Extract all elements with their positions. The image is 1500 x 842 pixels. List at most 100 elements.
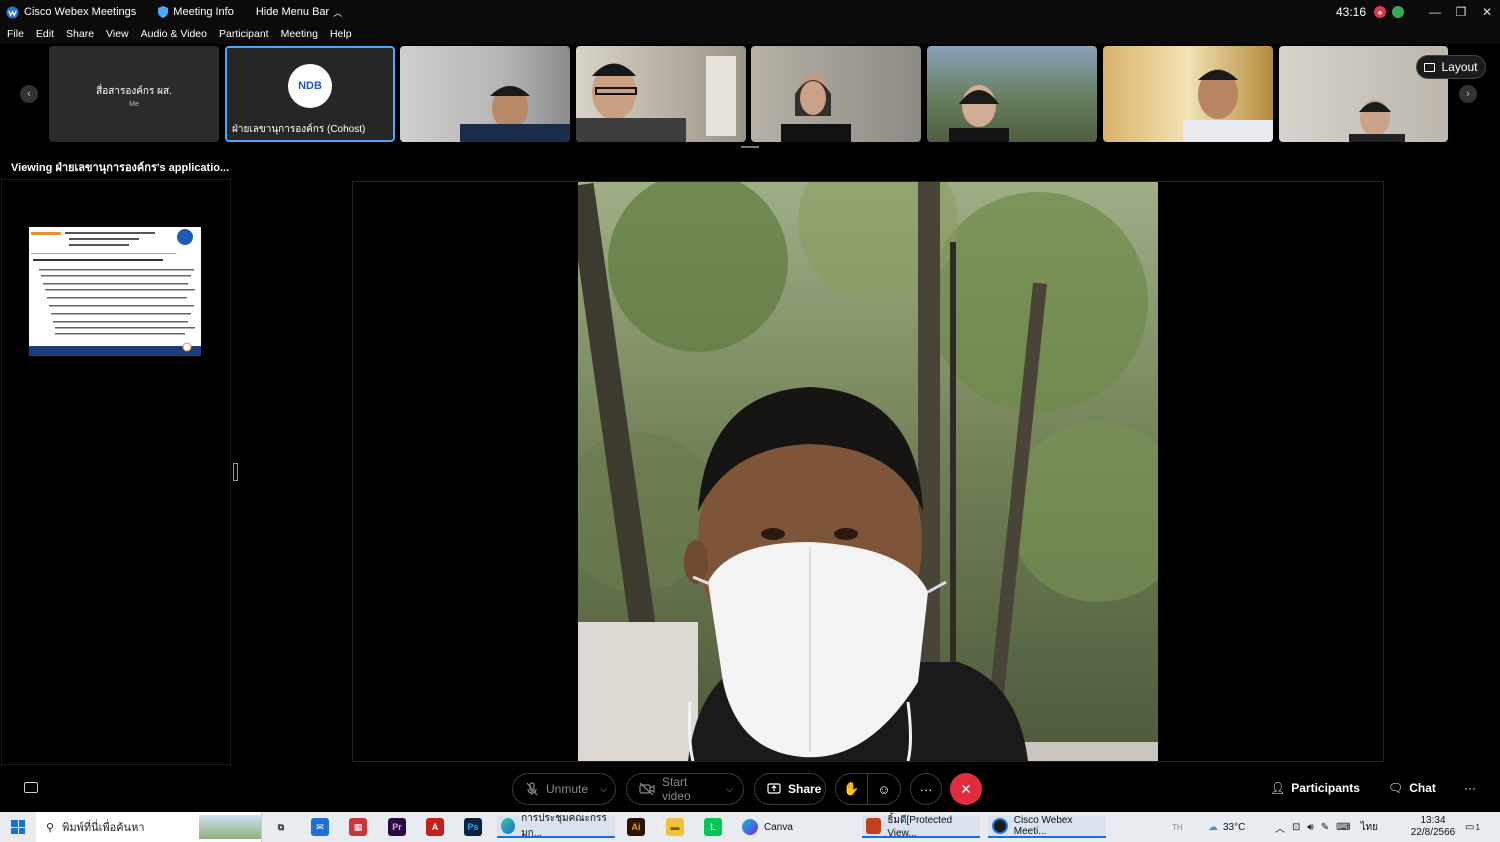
participant-video-tile[interactable] [751,46,921,142]
menu-share[interactable]: Share [66,28,94,40]
participants-button[interactable]: 👤︎ Participants [1270,781,1360,795]
photoshop-icon[interactable]: Ps [464,818,482,836]
unmute-button[interactable]: Unmute ⌵ [512,773,616,805]
participant-video-tile[interactable] [927,46,1097,142]
panel-resize-handle[interactable] [233,463,238,481]
participant-video [460,86,570,142]
reactions-icon[interactable]: ☺ [868,773,901,805]
menu-view[interactable]: View [106,28,129,40]
close-icon: ✕ [960,780,972,797]
store-app-icon[interactable]: ▦ [349,818,367,836]
meeting-info-button[interactable]: Meeting Info [158,6,234,18]
clock[interactable]: 13:34 22/8/2566 [1410,812,1456,842]
menu-audio-video[interactable]: Audio & Video [141,28,207,40]
shared-slide-thumbnail[interactable] [29,227,201,356]
leave-meeting-button[interactable]: ✕ [950,773,982,805]
acrobat-icon[interactable]: A [426,818,444,836]
taskbar-app-webex[interactable]: Cisco Webex Meeti... [988,815,1106,838]
restore-icon[interactable]: ❐ [1448,0,1474,24]
taskbar-search[interactable]: ⚲ พิมพ์ที่นี่เพื่อค้นหา [36,812,262,842]
network-icon[interactable]: ⊡ [1292,822,1300,833]
notification-center[interactable]: ▭ 1 [1465,812,1480,842]
search-highlight-image [199,815,261,839]
windows-start-icon[interactable] [11,820,25,834]
strip-next-icon[interactable]: › [1459,85,1477,103]
windows-taskbar: ⚲ พิมพ์ที่นี่เพื่อค้นหา ⧉ ✉ ▦ Pr A Ps กา… [0,812,1500,842]
volume-icon[interactable]: 🔊︎ [1307,822,1313,833]
participant-video [949,85,1009,142]
participant-video-tile[interactable] [400,46,570,142]
chevron-down-icon[interactable]: ⌵ [726,784,733,795]
chevron-up-icon: ︿ [333,7,343,18]
taskbar-app-canva[interactable]: Canva [738,816,848,838]
participant-video [781,75,851,142]
illustrator-icon[interactable]: Ai [627,818,645,836]
panel-options-button[interactable]: ··· [1464,781,1476,795]
clock-time: 13:34 [1420,815,1446,826]
weather-widget[interactable]: ☁ 33°C [1208,812,1245,842]
menu-participant[interactable]: Participant [219,28,269,40]
language-indicator[interactable]: TH [1172,812,1183,842]
raise-hand-icon[interactable]: ✋ [835,773,868,805]
microphone-muted-icon [525,782,539,796]
powerpoint-icon [866,818,882,834]
viewing-label: Viewing ฝ่ายเลขานุการองค์กร's applicatio… [11,162,230,174]
shield-icon [158,6,169,18]
menu-edit[interactable]: Edit [36,28,54,40]
menu-help[interactable]: Help [330,28,352,40]
search-placeholder: พิมพ์ที่นี่เพื่อค้นหา [62,822,145,834]
task-view-icon[interactable]: ⧉ [272,818,290,836]
ime-indicator[interactable]: ไทย [1361,820,1378,835]
participant-name: สื่อสารองค์กร ผส. [96,86,172,97]
share-label: Share [788,782,822,796]
keyboard-icon[interactable]: ⌨ [1336,822,1350,833]
participant-strip: ‹ สื่อสารองค์กร ผส. Me NDB ฝ่ายเลขานุการ… [0,44,1500,148]
file-explorer-icon[interactable]: ▬ [666,818,684,836]
chevron-down-icon[interactable]: ⌵ [600,784,607,795]
edge-icon [501,818,516,834]
participant-video [1183,69,1273,142]
menu-meeting[interactable]: Meeting [281,28,318,40]
network-status-icon[interactable] [1392,6,1404,18]
premiere-icon[interactable]: Pr [388,818,406,836]
strip-prev-icon[interactable]: ‹ [20,85,38,103]
participant-tile-cohost[interactable]: NDB ฝ่ายเลขานุการองค์กร (Cohost) [225,46,395,142]
webex-logo-icon [6,5,19,19]
pen-icon[interactable]: ✎ [1321,822,1329,833]
minimize-icon[interactable]: — [1422,0,1448,24]
participant-me-label: Me [129,101,139,108]
title-bar: Cisco Webex Meetings Meeting Info Hide M… [0,0,1500,24]
menu-file[interactable]: File [7,28,24,40]
canva-icon [742,819,758,835]
taskbar-app-edge[interactable]: การประชุมคณะกรรมก... [497,813,615,839]
line-app-icon[interactable]: L [704,818,722,836]
chevron-up-icon[interactable]: ︿ [1275,820,1285,835]
participant-name: ฝ่ายเลขานุการองค์กร (Cohost) [232,124,366,135]
mail-icon[interactable]: ✉ [311,818,329,836]
participant-video-tile[interactable] [576,46,746,142]
more-options-button[interactable]: ··· [910,773,942,805]
app-title: Cisco Webex Meetings [24,6,137,18]
strip-resize-grip[interactable] [741,146,759,148]
menu-bar: File Edit Share View Audio & Video Parti… [0,24,1500,44]
layout-icon [1424,62,1436,72]
weather-cloud-icon: ☁ [1208,821,1218,833]
participant-video-tile[interactable] [1103,46,1273,142]
unmute-label: Unmute [546,782,589,796]
start-video-button[interactable]: Start video ⌵ [626,773,744,805]
search-icon: ⚲ [46,821,55,834]
chat-bubble-icon: 🗨︎ [1388,781,1404,795]
captions-icon[interactable] [24,782,38,793]
recording-icon[interactable]: ● [1374,6,1386,18]
chat-button[interactable]: 🗨︎ Chat [1388,781,1436,795]
webex-logo-icon [992,818,1008,834]
layout-button[interactable]: Layout [1416,55,1486,79]
active-speaker-video[interactable] [578,182,1158,761]
clock-date: 22/8/2566 [1410,827,1456,838]
participant-video [576,56,736,142]
share-button[interactable]: Share [754,773,826,805]
hide-menu-bar-button[interactable]: Hide Menu Bar ︿ [256,6,342,19]
taskbar-app-powerpoint[interactable]: ธิ้มดี[Protected View... [862,815,980,839]
close-icon[interactable]: ✕ [1474,0,1500,24]
participant-tile-me[interactable]: สื่อสารองค์กร ผส. Me [49,46,219,142]
